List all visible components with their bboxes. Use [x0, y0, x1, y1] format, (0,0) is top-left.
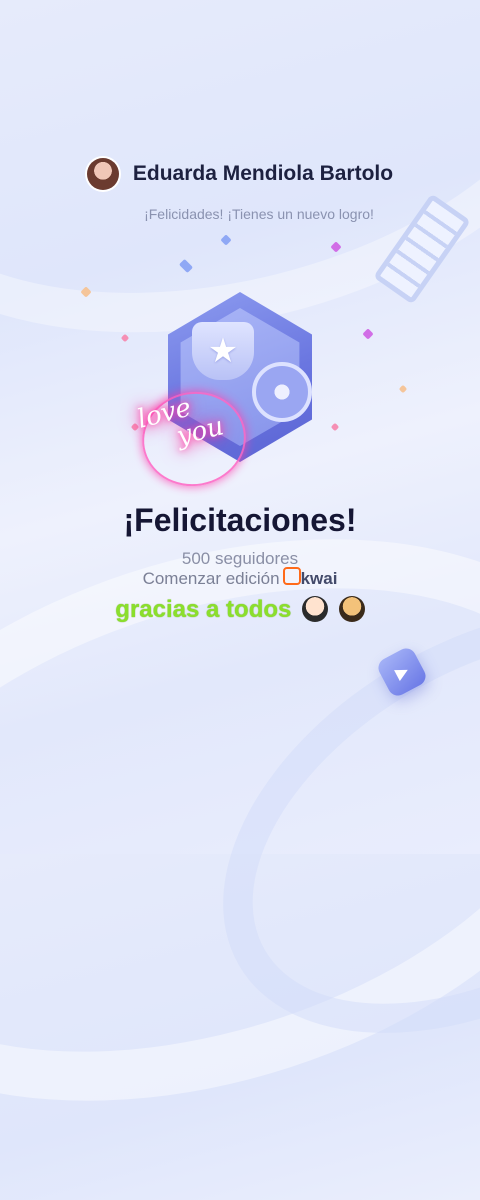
play-icon: ▶ — [374, 644, 430, 700]
confetti — [120, 333, 130, 343]
confetti — [220, 234, 232, 246]
confetti — [178, 258, 194, 274]
kwai-logo-icon — [282, 567, 301, 585]
confetti — [80, 286, 92, 298]
start-editing-line[interactable]: Comenzar edición kwai — [0, 567, 480, 589]
confetti — [362, 328, 374, 340]
trophy-icon: ★ — [192, 322, 254, 380]
confetti — [398, 384, 408, 394]
achievement-subtitle: ¡Felicidades! ¡Tienes un nuevo logro! — [144, 206, 374, 222]
start-editing-label: Comenzar edición — [142, 569, 280, 588]
caption-text: gracias a todos — [115, 596, 292, 623]
film-reel-icon — [252, 362, 312, 422]
caption: gracias a todos — [0, 596, 480, 624]
woman-gesturing-emoji-icon — [302, 596, 329, 622]
user-name[interactable]: Eduarda Mendiola Bartolo — [133, 162, 393, 186]
man-facepalming-emoji-icon — [338, 596, 365, 622]
avatar[interactable] — [86, 158, 119, 190]
kwai-brand: kwai — [300, 569, 338, 588]
user-header: Eduarda Mendiola Bartolo — [0, 158, 480, 190]
achievement-badge: ★ love you — [130, 292, 350, 502]
confetti — [330, 241, 342, 253]
achievement-title: ¡Felicitaciones! — [123, 502, 357, 538]
followers-milestone: 500 seguidores — [181, 549, 299, 568]
